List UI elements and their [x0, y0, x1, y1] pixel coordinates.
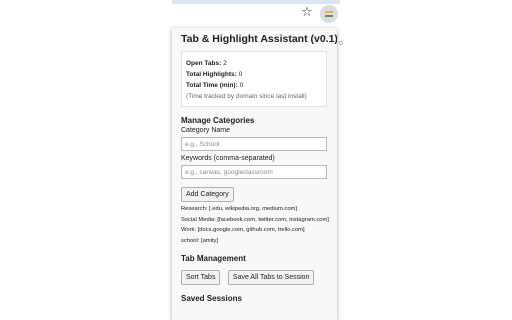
category-item-work: Work: [docs.google.com, github.com, trel… — [181, 227, 305, 233]
category-item-social-media: Social Media: [facebook.com, twitter.com… — [181, 216, 329, 223]
keywords-label: Keywords (comma-separated) — [181, 155, 275, 162]
stat-total-time: Total Time (min): 0 — [186, 80, 322, 91]
stat-total-time-label: Total Time (min): — [186, 82, 238, 89]
page-edge-glyph: o — [339, 40, 343, 47]
keywords-input[interactable] — [181, 165, 327, 179]
stat-total-highlights-label: Total Highlights: — [186, 71, 237, 78]
category-name-input[interactable] — [181, 137, 327, 151]
popup-title: Tab & Highlight Assistant (v0.1) — [181, 33, 337, 45]
category-list: Research: [.edu, wikipedia.org, medium.c… — [181, 206, 329, 245]
extension-popup: Tab & Highlight Assistant (v0.1) Open Ta… — [172, 28, 337, 320]
extension-icon-bar-top — [325, 11, 333, 13]
stat-total-time-value: 0 — [239, 82, 244, 89]
category-name-label: Category Name — [181, 127, 231, 134]
save-all-tabs-button[interactable]: Save All Tabs to Session — [227, 270, 315, 285]
tab-management-heading: Tab Management — [181, 254, 246, 263]
extension-icon-bar-bottom — [325, 15, 333, 17]
bookmark-star-icon[interactable]: ☆ — [300, 6, 314, 20]
stat-open-tabs-value: 2 — [223, 60, 227, 67]
stats-panel: Open Tabs: 2 Total Highlights: 0 Total T… — [181, 51, 327, 107]
stat-open-tabs-label: Open Tabs: — [186, 60, 222, 67]
stat-total-highlights-value: 0 — [238, 71, 243, 78]
browser-toolbar: ☆ — [172, 4, 340, 28]
tab-management-actions: Sort Tabs Save All Tabs to Session — [181, 266, 329, 285]
highlighter-extension-icon[interactable] — [320, 5, 338, 23]
manage-categories-heading: Manage Categories — [181, 116, 255, 125]
stat-note: (Time tracked by domain since last insta… — [186, 93, 307, 100]
category-item-school: school: [amity] — [181, 237, 219, 244]
stat-total-highlights: Total Highlights: 0 — [186, 69, 322, 80]
sort-tabs-button[interactable]: Sort Tabs — [181, 270, 221, 285]
saved-sessions-heading: Saved Sessions — [181, 294, 242, 303]
stat-open-tabs: Open Tabs: 2 — [186, 58, 322, 69]
category-item-research: Research: [.edu, wikipedia.org, medium.c… — [181, 206, 297, 212]
add-category-button[interactable]: Add Category — [181, 187, 234, 202]
